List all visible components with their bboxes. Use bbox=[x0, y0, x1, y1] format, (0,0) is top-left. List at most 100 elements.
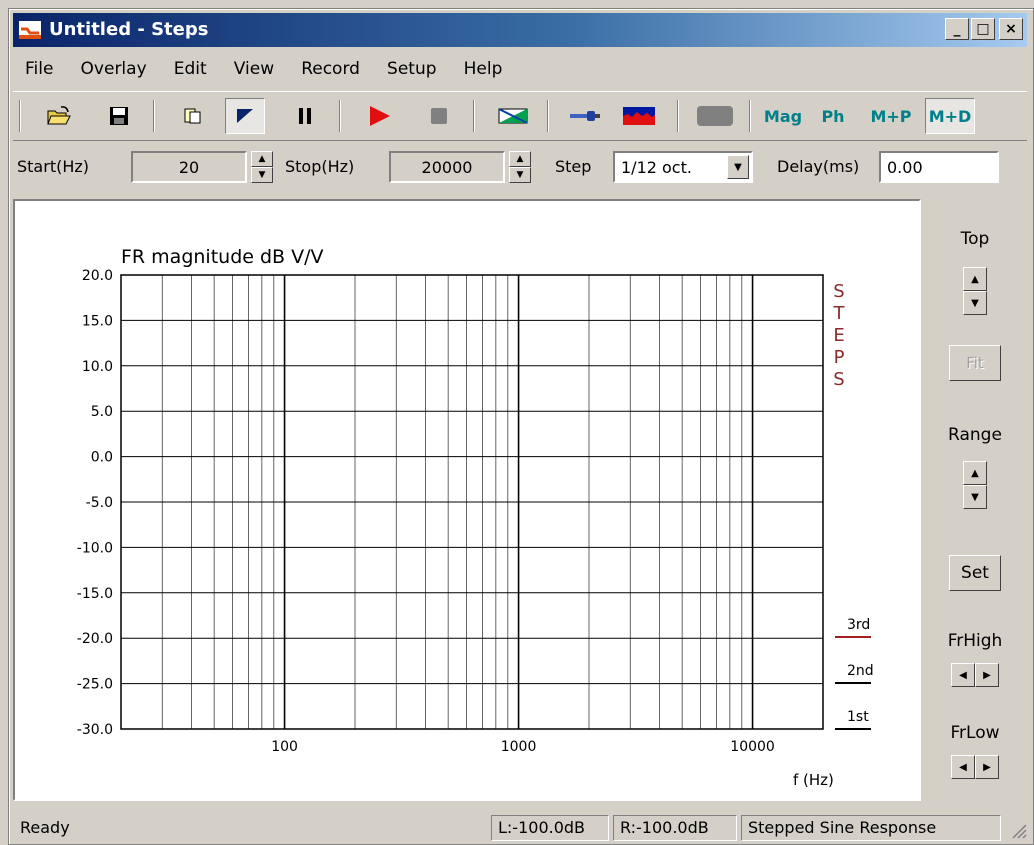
range-label: Range bbox=[948, 425, 1002, 445]
spin-left-icon[interactable]: ◀ bbox=[951, 663, 975, 687]
spin-down-icon[interactable]: ▼ bbox=[963, 291, 987, 315]
range-spinner[interactable]: ▲ ▼ bbox=[963, 461, 987, 509]
y-tick-label: 5.0 bbox=[91, 404, 113, 420]
copy-button[interactable] bbox=[173, 98, 213, 134]
legend-label: 3rd bbox=[847, 617, 870, 633]
frlow-spinner[interactable]: ◀ ▶ bbox=[951, 755, 999, 779]
menu-record[interactable]: Record bbox=[289, 53, 370, 79]
step-select-value: 1/12 oct. bbox=[621, 157, 692, 177]
spin-up-icon[interactable]: ▲ bbox=[251, 151, 273, 167]
probe-icon bbox=[570, 111, 600, 121]
open-button[interactable] bbox=[39, 98, 79, 134]
play-button[interactable] bbox=[359, 98, 399, 134]
fit-button[interactable]: Fit bbox=[949, 345, 1001, 381]
legend-label: 1st bbox=[847, 709, 869, 725]
start-frequency-spinner[interactable]: ▲ ▼ bbox=[251, 151, 273, 183]
toolbar: Mag Ph M+P M+D bbox=[13, 91, 1027, 141]
minimize-button[interactable]: _ bbox=[945, 18, 969, 40]
stop-icon bbox=[431, 108, 447, 124]
spin-right-icon[interactable]: ▶ bbox=[975, 663, 999, 687]
y-axis-ticks: 20.0 15.0 10.0 5.0 0.0 -5.0 -10.0 -15.0 -20.0 -25… bbox=[77, 268, 113, 738]
probe-button[interactable] bbox=[565, 98, 605, 134]
stop-button[interactable] bbox=[419, 98, 459, 134]
save-disk-icon bbox=[110, 107, 128, 125]
y-tick-label: 20.0 bbox=[82, 268, 113, 284]
y-tick-label: -5.0 bbox=[86, 495, 113, 511]
menu-bar: File Overlay Edit View Record Setup Help bbox=[13, 53, 1027, 87]
menu-edit[interactable]: Edit bbox=[162, 53, 217, 79]
save-button[interactable] bbox=[99, 98, 139, 134]
menu-file[interactable]: File bbox=[13, 53, 63, 79]
y-tick-label: -25.0 bbox=[77, 677, 113, 693]
toolbar-separator bbox=[339, 100, 341, 132]
status-bar: Ready L:-100.0dB R:-100.0dB Stepped Sine… bbox=[13, 813, 1027, 841]
spin-left-icon[interactable]: ◀ bbox=[951, 755, 975, 779]
parameter-bar: Start(Hz) 20 ▲ ▼ Stop(Hz) 20000 ▲ ▼ Step… bbox=[13, 141, 1027, 193]
blank-icon bbox=[697, 106, 733, 126]
spin-up-icon[interactable]: ▲ bbox=[509, 151, 531, 167]
menu-overlay[interactable]: Overlay bbox=[69, 53, 157, 79]
frhigh-spinner[interactable]: ◀ ▶ bbox=[951, 663, 999, 687]
view-mag-button[interactable]: Mag bbox=[759, 98, 807, 134]
harmonic-legend: 3rd 2nd 1st bbox=[835, 617, 874, 730]
y-tick-label: 15.0 bbox=[82, 313, 113, 329]
toolbar-separator bbox=[19, 100, 21, 132]
steps-vertical-label: STEPS bbox=[833, 281, 846, 390]
y-tick-label: -10.0 bbox=[77, 540, 113, 556]
menu-help[interactable]: Help bbox=[452, 53, 513, 79]
resize-grip-icon[interactable] bbox=[1009, 819, 1027, 839]
mode-toggle-button[interactable] bbox=[225, 98, 265, 134]
spin-down-icon[interactable]: ▼ bbox=[963, 485, 987, 509]
spin-up-icon[interactable]: ▲ bbox=[963, 461, 987, 485]
sweep-icon bbox=[498, 108, 528, 124]
window-title: Untitled - Steps bbox=[49, 19, 209, 40]
right-level-readout: R:-100.0dB bbox=[613, 815, 737, 841]
mode-readout: Stepped Sine Response bbox=[741, 815, 1001, 841]
dropdown-arrow-icon[interactable]: ▼ bbox=[727, 155, 749, 179]
frequency-response-chart: FR magnitude dB V/V 20.0 15.0 10.0 5.0 0.0 -5… bbox=[77, 246, 874, 789]
toolbar-separator bbox=[677, 100, 679, 132]
close-button[interactable]: × bbox=[999, 18, 1023, 40]
sweep-button[interactable] bbox=[493, 98, 533, 134]
pause-button[interactable] bbox=[285, 98, 325, 134]
frlow-label: FrLow bbox=[950, 723, 1000, 743]
blank-button[interactable] bbox=[695, 98, 735, 134]
mode-icon bbox=[237, 109, 253, 123]
view-mag-phase-button[interactable]: M+P bbox=[865, 98, 917, 134]
step-label: Step bbox=[555, 157, 592, 176]
steps-letter: E bbox=[833, 325, 844, 346]
set-button[interactable]: Set bbox=[949, 555, 1001, 591]
delay-label: Delay(ms) bbox=[777, 157, 860, 176]
spin-right-icon[interactable]: ▶ bbox=[975, 755, 999, 779]
stop-frequency-field[interactable]: 20000 bbox=[389, 151, 505, 183]
steps-letter: S bbox=[833, 369, 844, 390]
app-window: Untitled - Steps _ □ × File Overlay Edit… bbox=[8, 8, 1034, 845]
y-tick-label: -20.0 bbox=[77, 631, 113, 647]
y-tick-label: -15.0 bbox=[77, 586, 113, 602]
x-tick-label: 1000 bbox=[501, 739, 537, 755]
spin-down-icon[interactable]: ▼ bbox=[251, 167, 273, 183]
spectrum-button[interactable] bbox=[619, 98, 659, 134]
start-frequency-field[interactable]: 20 bbox=[131, 151, 247, 183]
frhigh-label: FrHigh bbox=[947, 631, 1003, 651]
menu-setup[interactable]: Setup bbox=[375, 53, 446, 79]
plot-area[interactable]: FR magnitude dB V/V 20.0 15.0 10.0 5.0 0.0 -5… bbox=[13, 199, 921, 801]
x-tick-label: 100 bbox=[271, 739, 298, 755]
view-mag-distortion-button[interactable]: M+D bbox=[925, 98, 975, 134]
spin-up-icon[interactable]: ▲ bbox=[963, 267, 987, 291]
delay-field[interactable]: 0.00 bbox=[879, 151, 999, 183]
copy-icon bbox=[184, 108, 201, 124]
toolbar-separator bbox=[153, 100, 155, 132]
x-tick-label: 10000 bbox=[730, 739, 775, 755]
play-icon bbox=[370, 106, 390, 126]
view-phase-button[interactable]: Ph bbox=[813, 98, 853, 134]
axis-control-panel: Top ▲ ▼ Fit Range ▲ ▼ Set FrHigh ◀ ▶ FrL… bbox=[923, 199, 1027, 801]
title-bar[interactable]: Untitled - Steps _ □ × bbox=[13, 13, 1027, 47]
menu-view[interactable]: View bbox=[222, 53, 284, 79]
maximize-button[interactable]: □ bbox=[971, 18, 995, 40]
top-spinner[interactable]: ▲ ▼ bbox=[963, 267, 987, 315]
step-select[interactable]: 1/12 oct. ▼ bbox=[613, 151, 753, 183]
stop-frequency-spinner[interactable]: ▲ ▼ bbox=[509, 151, 531, 183]
stop-label: Stop(Hz) bbox=[285, 157, 355, 176]
spin-down-icon[interactable]: ▼ bbox=[509, 167, 531, 183]
